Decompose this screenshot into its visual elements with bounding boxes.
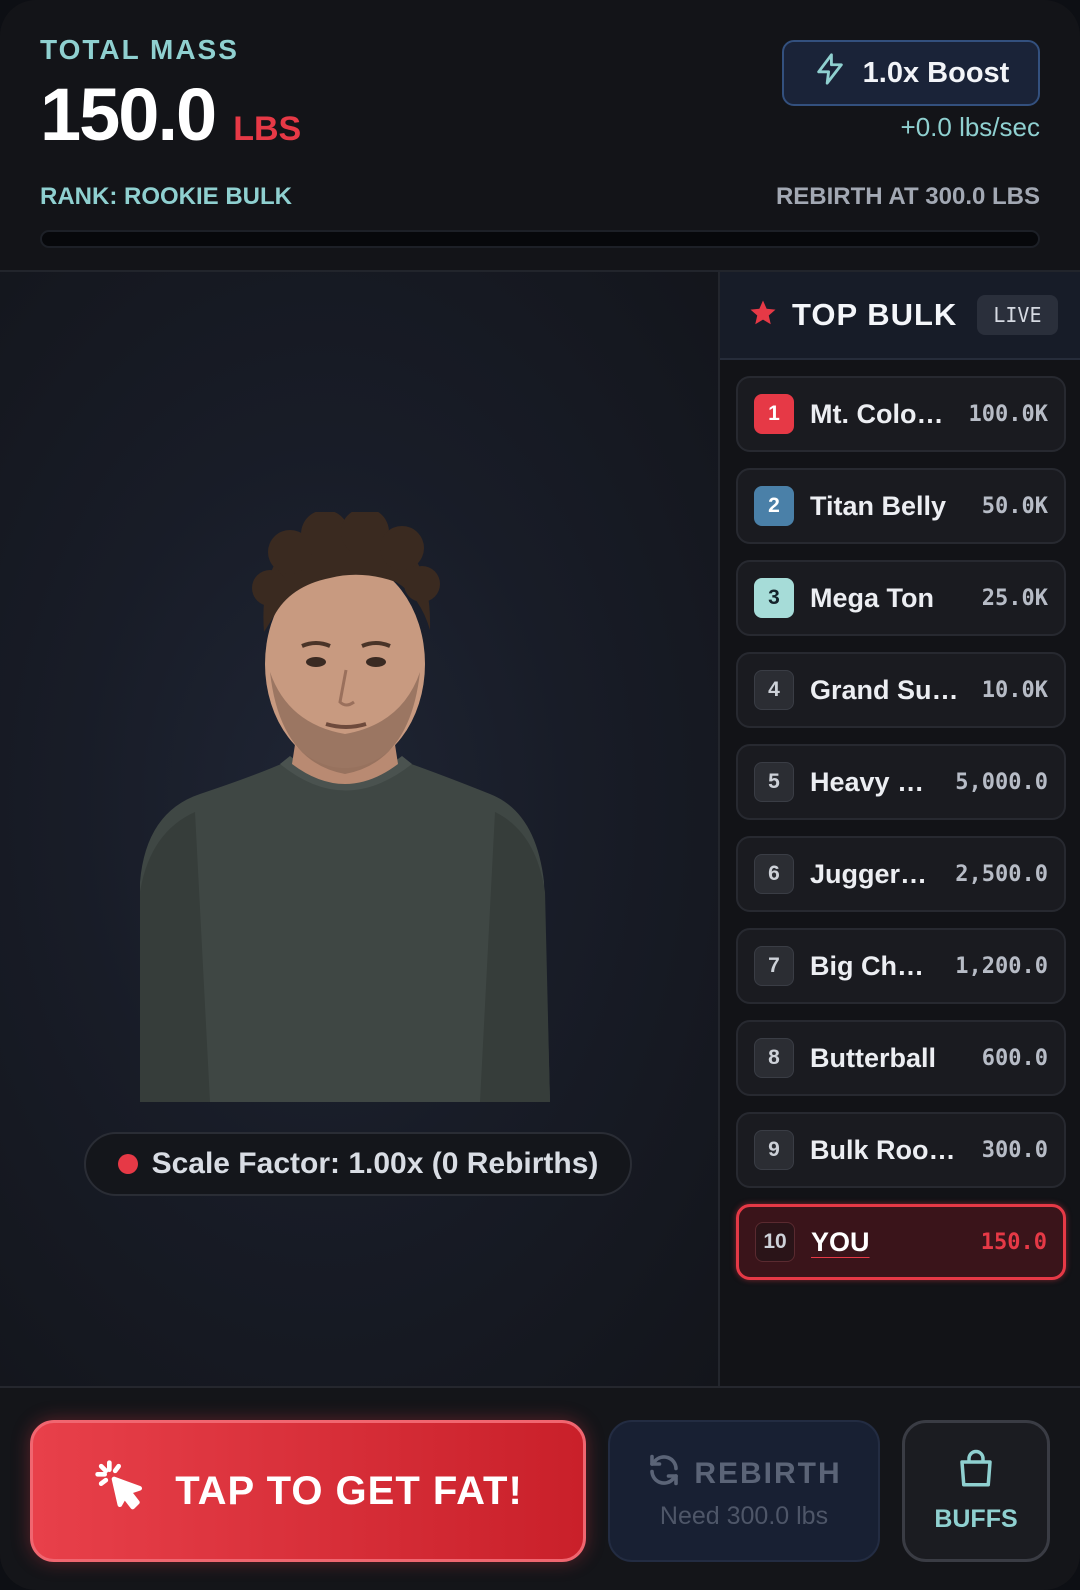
rank-badge: 5 — [754, 762, 794, 802]
rank-badge: 6 — [754, 854, 794, 894]
player-name: Mega Ton — [810, 582, 934, 613]
rank-badge: 1 — [754, 394, 794, 434]
rank-badge: 8 — [754, 1038, 794, 1078]
player-score: 150.0 — [980, 1229, 1047, 1255]
player-score: 50.0K — [981, 493, 1048, 519]
leaderboard-list: 1 Mt. Colo… 100.0K 2 Titan Belly 50.0K 3… — [736, 376, 1066, 1296]
rebirth-button[interactable]: REBIRTH Need 300.0 lbs — [608, 1420, 880, 1562]
leaderboard-row[interactable]: 4 Grand Su… 10.0K — [736, 652, 1066, 728]
character-stage: Scale Factor: 1.00x (0 Rebirths) — [0, 272, 718, 1386]
player-name: YOU — [811, 1226, 870, 1257]
player-score: 100.0K — [968, 401, 1048, 427]
player-score: 10.0K — [981, 677, 1048, 703]
player-name: Bulk Rookie — [810, 1134, 960, 1165]
total-mass: 150.0 LBS — [40, 72, 301, 157]
mass-unit: LBS — [233, 110, 302, 148]
tap-button[interactable]: TAP TO GET FAT! — [30, 1420, 586, 1562]
shopping-bag-icon — [955, 1448, 997, 1497]
mass-value: 150.0 — [40, 73, 217, 156]
live-badge: LIVE — [977, 295, 1058, 335]
scale-factor-badge: Scale Factor: 1.00x (0 Rebirths) — [84, 1132, 632, 1196]
leaderboard-row-self[interactable]: 10 YOU 150.0 — [736, 1204, 1066, 1280]
rank-badge: 10 — [755, 1222, 795, 1262]
player-score: 2,500.0 — [955, 861, 1048, 887]
leaderboard-row[interactable]: 3 Mega Ton 25.0K — [736, 560, 1066, 636]
stats-header: TOTAL MASS 150.0 LBS 1.0x Boost +0.0 lbs… — [0, 0, 1080, 272]
leaderboard-header: TOP BULK LIVE — [720, 272, 1080, 360]
player-name: Titan Belly — [810, 490, 947, 521]
buffs-button[interactable]: BUFFS — [902, 1420, 1050, 1562]
leaderboard-row[interactable]: 8 Butterball 600.0 — [736, 1020, 1066, 1096]
rebirth-requirement: Need 300.0 lbs — [659, 1501, 829, 1530]
rank-badge: 4 — [754, 670, 794, 710]
player-name: Big Ch… — [810, 950, 924, 981]
rank-badge: 3 — [754, 578, 794, 618]
player-name: Jugger… — [810, 858, 928, 889]
status-dot-icon — [117, 1154, 138, 1174]
rebirth-label: REBIRTH — [694, 1456, 842, 1490]
leaderboard-row[interactable]: 9 Bulk Rookie 300.0 — [736, 1112, 1066, 1188]
leaderboard-row[interactable]: 7 Big Ch… 1,200.0 — [736, 928, 1066, 1004]
buffs-label: BUFFS — [934, 1505, 1018, 1533]
total-mass-label: TOTAL MASS — [40, 34, 239, 65]
player-score: 5,000.0 — [955, 769, 1048, 795]
rebirth-button-top: REBIRTH — [646, 1452, 841, 1496]
rank-badge: 2 — [754, 486, 794, 526]
scale-factor-text: Scale Factor: 1.00x (0 Rebirths) — [151, 1147, 599, 1180]
player-name: Heavy … — [810, 766, 925, 797]
action-bar: TAP TO GET FAT! REBIRTH Need 300.0 lbs B… — [0, 1386, 1080, 1590]
player-name: Grand Su… — [810, 674, 959, 705]
boost-label: 1.0x Boost — [862, 56, 1010, 89]
leaderboard-row[interactable]: 1 Mt. Colo… 100.0K — [736, 376, 1066, 452]
player-name: Mt. Colo… — [810, 398, 944, 429]
leaderboard-row[interactable]: 5 Heavy … 5,000.0 — [736, 744, 1066, 820]
mass-rate: +0.0 lbs/sec — [900, 112, 1040, 142]
rank-badge: 9 — [754, 1130, 794, 1170]
rebirth-progress-bar — [40, 230, 1040, 248]
game-screen: TOTAL MASS 150.0 LBS 1.0x Boost +0.0 lbs… — [0, 0, 1080, 1590]
player-score: 1,200.0 — [955, 953, 1048, 979]
refresh-icon — [646, 1452, 682, 1496]
rebirth-threshold: REBIRTH AT 300.0 LBS — [775, 183, 1040, 210]
leaderboard-title: TOP BULK — [792, 297, 958, 332]
tap-cursor-icon — [93, 1458, 149, 1524]
leaderboard-panel: TOP BULK LIVE 1 Mt. Colo… 100.0K 2 Titan… — [718, 272, 1080, 1386]
star-icon — [748, 298, 778, 333]
player-score: 300.0 — [981, 1137, 1048, 1163]
boost-button[interactable]: 1.0x Boost — [782, 40, 1040, 106]
player-score: 600.0 — [981, 1045, 1048, 1071]
player-name: Butterball — [810, 1042, 937, 1073]
character-avatar[interactable] — [140, 512, 550, 1102]
leaderboard-row[interactable]: 6 Jugger… 2,500.0 — [736, 836, 1066, 912]
player-score: 25.0K — [981, 585, 1048, 611]
rank-badge: 7 — [754, 946, 794, 986]
lightning-icon — [813, 52, 847, 94]
leaderboard-row[interactable]: 2 Titan Belly 50.0K — [736, 468, 1066, 544]
tap-button-label: TAP TO GET FAT! — [175, 1468, 523, 1513]
rank-label: RANK: ROOKIE BULK — [40, 183, 292, 210]
